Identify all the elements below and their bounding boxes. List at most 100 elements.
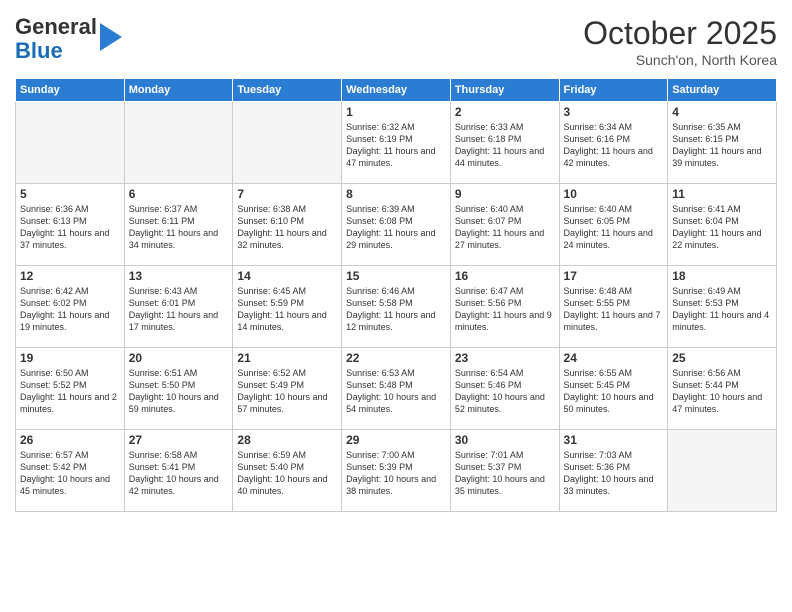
calendar-cell: [16, 102, 125, 184]
day-info: Sunrise: 6:43 AMSunset: 6:01 PMDaylight:…: [129, 285, 229, 334]
calendar-cell: 14 Sunrise: 6:45 AMSunset: 5:59 PMDayligh…: [233, 266, 342, 348]
day-number: 18: [672, 269, 772, 283]
day-number: 3: [564, 105, 664, 119]
calendar-cell: 20Sunrise: 6:51 AMSunset: 5:50 PMDayligh…: [124, 348, 233, 430]
day-info: Sunrise: 6:34 AMSunset: 6:16 PMDaylight:…: [564, 121, 664, 170]
col-header-saturday: Saturday: [668, 79, 777, 102]
day-number: 28: [237, 433, 337, 447]
calendar-cell: 3 Sunrise: 6:34 AMSunset: 6:16 PMDaylight…: [559, 102, 668, 184]
day-number: 22: [346, 351, 446, 365]
day-number: 8: [346, 187, 446, 201]
day-number: 7: [237, 187, 337, 201]
day-number: 5: [20, 187, 120, 201]
calendar-cell: 6Sunrise: 6:37 AMSunset: 6:11 PMDaylight…: [124, 184, 233, 266]
day-number: 4: [672, 105, 772, 119]
day-info: Sunrise: 6:53 AMSunset: 5:48 PMDaylight:…: [346, 367, 446, 416]
day-number: 19: [20, 351, 120, 365]
calendar-week-2: 5 Sunrise: 6:36 AMSunset: 6:13 PMDaylight…: [16, 184, 777, 266]
day-info: Sunrise: 6:58 AMSunset: 5:41 PMDaylight:…: [129, 449, 229, 498]
col-header-sunday: Sunday: [16, 79, 125, 102]
day-number: 30: [455, 433, 555, 447]
calendar-cell: 8 Sunrise: 6:39 AMSunset: 6:08 PMDaylight…: [342, 184, 451, 266]
day-number: 11: [672, 187, 772, 201]
calendar-cell: 18 Sunrise: 6:49 AMSunset: 5:53 PMDayligh…: [668, 266, 777, 348]
calendar-cell: 12 Sunrise: 6:42 AMSunset: 6:02 PMDayligh…: [16, 266, 125, 348]
day-info: Sunrise: 6:47 AMSunset: 5:56 PMDaylight:…: [455, 285, 555, 334]
day-info: Sunrise: 6:36 AMSunset: 6:13 PMDaylight:…: [20, 203, 120, 252]
calendar-header-row: SundayMondayTuesdayWednesdayThursdayFrid…: [16, 79, 777, 102]
col-header-monday: Monday: [124, 79, 233, 102]
calendar-cell: 21 Sunrise: 6:52 AMSunset: 5:49 PMDayligh…: [233, 348, 342, 430]
day-info: Sunrise: 6:40 AMSunset: 6:05 PMDaylight:…: [564, 203, 664, 252]
calendar-cell: 25 Sunrise: 6:56 AMSunset: 5:44 PMDayligh…: [668, 348, 777, 430]
day-info: Sunrise: 6:50 AMSunset: 5:52 PMDaylight:…: [20, 367, 120, 416]
calendar-cell: 23Sunrise: 6:54 AMSunset: 5:46 PMDayligh…: [450, 348, 559, 430]
day-number: 12: [20, 269, 120, 283]
logo: General Blue: [15, 15, 122, 63]
day-info: Sunrise: 6:48 AMSunset: 5:55 PMDaylight:…: [564, 285, 664, 334]
col-header-thursday: Thursday: [450, 79, 559, 102]
logo-icon: [100, 23, 122, 51]
day-info: Sunrise: 6:59 AMSunset: 5:40 PMDaylight:…: [237, 449, 337, 498]
day-number: 2: [455, 105, 555, 119]
calendar-cell: 27 Sunrise: 6:58 AMSunset: 5:41 PMDayligh…: [124, 430, 233, 512]
day-info: Sunrise: 6:38 AMSunset: 6:10 PMDaylight:…: [237, 203, 337, 252]
calendar-cell: 7 Sunrise: 6:38 AMSunset: 6:10 PMDaylight…: [233, 184, 342, 266]
day-info: Sunrise: 6:35 AMSunset: 6:15 PMDaylight:…: [672, 121, 772, 170]
day-info: Sunrise: 6:39 AMSunset: 6:08 PMDaylight:…: [346, 203, 446, 252]
calendar: SundayMondayTuesdayWednesdayThursdayFrid…: [15, 78, 777, 512]
calendar-cell: 30 Sunrise: 7:01 AMSunset: 5:37 PMDayligh…: [450, 430, 559, 512]
calendar-week-1: 1 Sunrise: 6:32 AMSunset: 6:19 PMDaylight…: [16, 102, 777, 184]
day-number: 10: [564, 187, 664, 201]
calendar-cell: 15Sunrise: 6:46 AMSunset: 5:58 PMDayligh…: [342, 266, 451, 348]
calendar-cell: 9Sunrise: 6:40 AMSunset: 6:07 PMDaylight…: [450, 184, 559, 266]
day-number: 31: [564, 433, 664, 447]
day-info: Sunrise: 6:51 AMSunset: 5:50 PMDaylight:…: [129, 367, 229, 416]
calendar-cell: 2Sunrise: 6:33 AMSunset: 6:18 PMDaylight…: [450, 102, 559, 184]
day-info: Sunrise: 6:52 AMSunset: 5:49 PMDaylight:…: [237, 367, 337, 416]
calendar-cell: 22 Sunrise: 6:53 AMSunset: 5:48 PMDayligh…: [342, 348, 451, 430]
col-header-friday: Friday: [559, 79, 668, 102]
day-number: 13: [129, 269, 229, 283]
page: General Blue October 2025 Sunch'on, Nort…: [0, 0, 792, 612]
day-info: Sunrise: 6:45 AMSunset: 5:59 PMDaylight:…: [237, 285, 337, 334]
calendar-cell: 5 Sunrise: 6:36 AMSunset: 6:13 PMDaylight…: [16, 184, 125, 266]
col-header-wednesday: Wednesday: [342, 79, 451, 102]
day-number: 25: [672, 351, 772, 365]
calendar-week-3: 12 Sunrise: 6:42 AMSunset: 6:02 PMDayligh…: [16, 266, 777, 348]
day-info: Sunrise: 7:03 AMSunset: 5:36 PMDaylight:…: [564, 449, 664, 498]
calendar-cell: 31 Sunrise: 7:03 AMSunset: 5:36 PMDayligh…: [559, 430, 668, 512]
day-number: 21: [237, 351, 337, 365]
day-number: 14: [237, 269, 337, 283]
day-number: 1: [346, 105, 446, 119]
day-info: Sunrise: 6:55 AMSunset: 5:45 PMDaylight:…: [564, 367, 664, 416]
day-info: Sunrise: 6:32 AMSunset: 6:19 PMDaylight:…: [346, 121, 446, 170]
day-info: Sunrise: 7:00 AMSunset: 5:39 PMDaylight:…: [346, 449, 446, 498]
calendar-cell: 17Sunrise: 6:48 AMSunset: 5:55 PMDayligh…: [559, 266, 668, 348]
logo-blue: Blue: [15, 38, 63, 63]
day-info: Sunrise: 6:41 AMSunset: 6:04 PMDaylight:…: [672, 203, 772, 252]
calendar-cell: 26Sunrise: 6:57 AMSunset: 5:42 PMDayligh…: [16, 430, 125, 512]
day-number: 26: [20, 433, 120, 447]
calendar-cell: 11 Sunrise: 6:41 AMSunset: 6:04 PMDayligh…: [668, 184, 777, 266]
logo-text: General Blue: [15, 15, 122, 63]
day-info: Sunrise: 7:01 AMSunset: 5:37 PMDaylight:…: [455, 449, 555, 498]
calendar-cell: 28 Sunrise: 6:59 AMSunset: 5:40 PMDayligh…: [233, 430, 342, 512]
day-number: 29: [346, 433, 446, 447]
day-info: Sunrise: 6:46 AMSunset: 5:58 PMDaylight:…: [346, 285, 446, 334]
col-header-tuesday: Tuesday: [233, 79, 342, 102]
calendar-cell: 13 Sunrise: 6:43 AMSunset: 6:01 PMDayligh…: [124, 266, 233, 348]
day-info: Sunrise: 6:56 AMSunset: 5:44 PMDaylight:…: [672, 367, 772, 416]
day-info: Sunrise: 6:49 AMSunset: 5:53 PMDaylight:…: [672, 285, 772, 334]
day-info: Sunrise: 6:42 AMSunset: 6:02 PMDaylight:…: [20, 285, 120, 334]
month-title: October 2025: [583, 15, 777, 52]
calendar-cell: [124, 102, 233, 184]
calendar-cell: [668, 430, 777, 512]
calendar-cell: 19 Sunrise: 6:50 AMSunset: 5:52 PMDayligh…: [16, 348, 125, 430]
calendar-cell: 16Sunrise: 6:47 AMSunset: 5:56 PMDayligh…: [450, 266, 559, 348]
calendar-cell: 29 Sunrise: 7:00 AMSunset: 5:39 PMDayligh…: [342, 430, 451, 512]
logo-general: General: [15, 14, 97, 39]
title-block: October 2025 Sunch'on, North Korea: [583, 15, 777, 68]
subtitle: Sunch'on, North Korea: [583, 52, 777, 68]
day-number: 27: [129, 433, 229, 447]
